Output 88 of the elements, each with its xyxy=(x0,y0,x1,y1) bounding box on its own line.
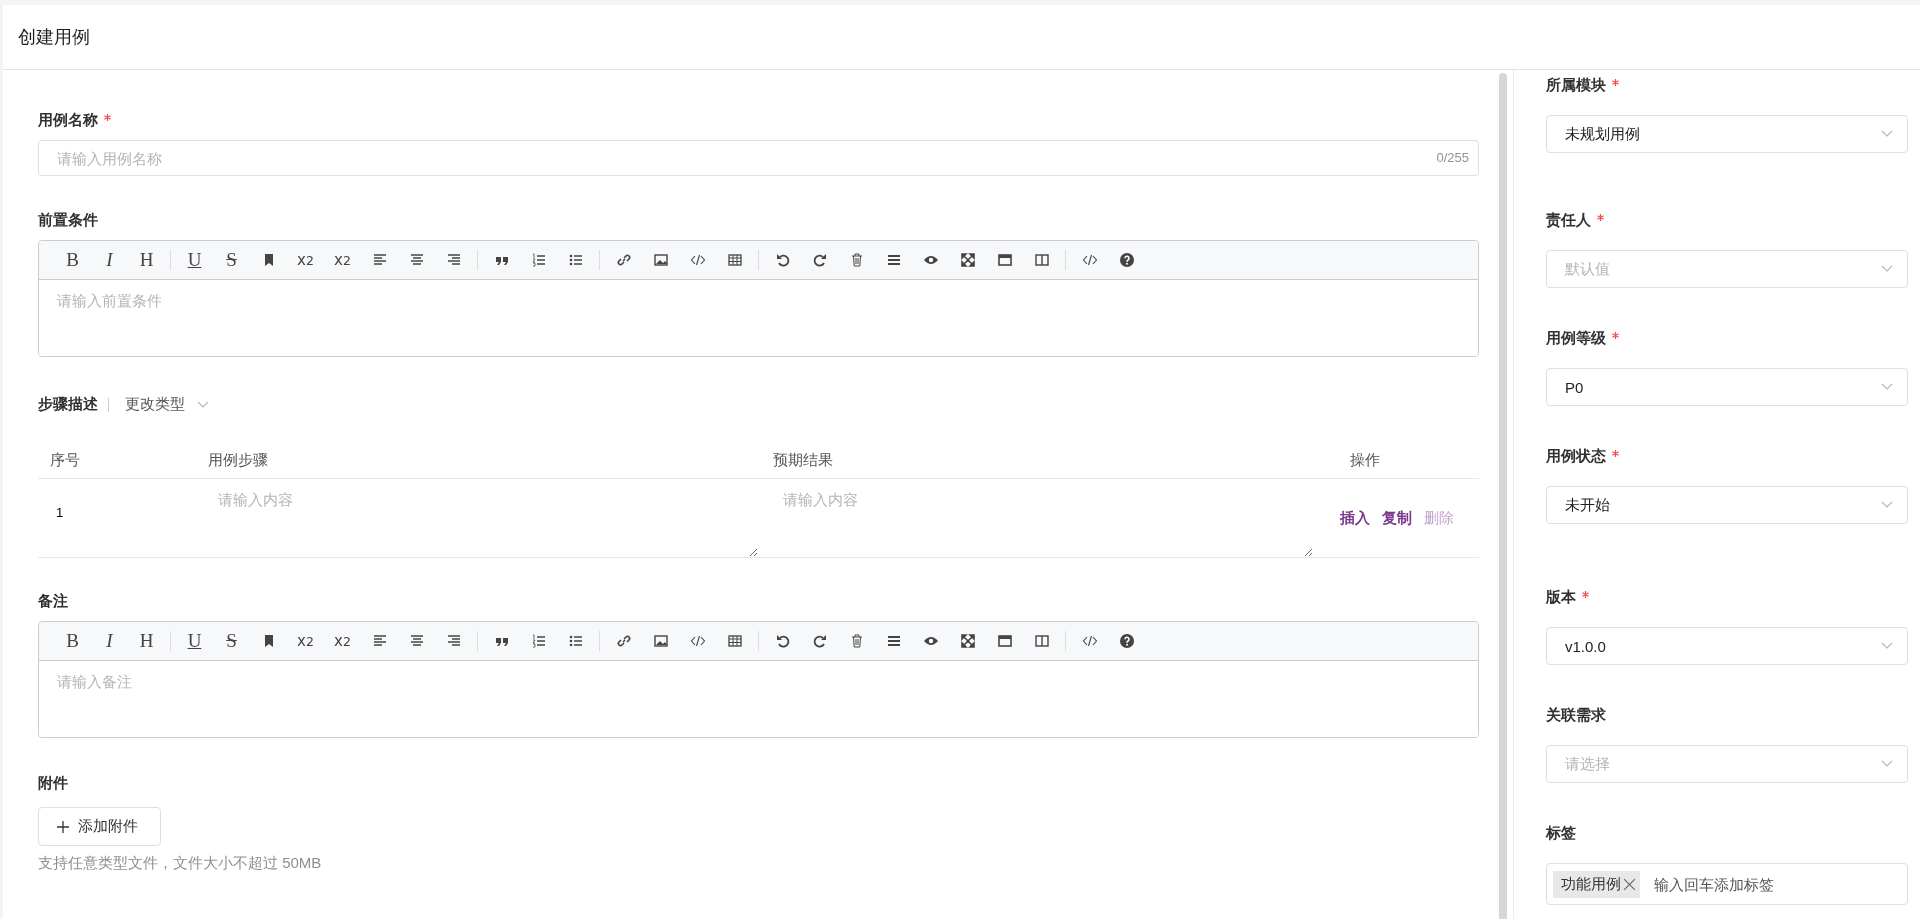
link-icon xyxy=(615,252,632,268)
split-view-icon xyxy=(1033,252,1050,268)
window-icon xyxy=(996,252,1013,268)
link-icon xyxy=(615,633,632,649)
redo-icon xyxy=(811,252,828,268)
field-label: 步骤描述 xyxy=(38,395,98,414)
ordered-list-icon xyxy=(530,633,547,649)
help-icon xyxy=(1118,633,1135,649)
align-center-icon xyxy=(408,252,425,268)
code-icon xyxy=(689,633,706,649)
field-label: 前置条件 xyxy=(38,211,98,230)
menu-icon xyxy=(885,633,902,649)
field-label: 责任人 xyxy=(1546,211,1591,230)
upload-hint: 支持任意类型文件，文件大小不超过 50MB xyxy=(38,854,323,873)
format-button[interactable]: S xyxy=(216,626,247,656)
bullet-list-icon xyxy=(567,252,584,268)
window-icon xyxy=(996,633,1013,649)
code-icon xyxy=(1081,252,1098,268)
select-field[interactable]: 未开始 xyxy=(1546,486,1908,524)
page-title: 创建用例 xyxy=(18,26,90,49)
column-header: 预期结果 xyxy=(773,450,834,470)
field-label: 所属模块 xyxy=(1546,76,1606,95)
column-header: 序号 xyxy=(49,450,81,470)
chevron-down-icon xyxy=(1881,760,1893,768)
column-header: 用例步骤 xyxy=(208,450,269,470)
select-field[interactable]: 未规划用例 xyxy=(1546,115,1908,153)
format-button[interactable]: U xyxy=(179,245,210,275)
chevron-down-icon xyxy=(1881,130,1893,138)
format-button[interactable]: U xyxy=(179,626,210,656)
chevron-down-icon xyxy=(197,400,209,409)
format-button[interactable]: B xyxy=(57,626,88,656)
character-counter: 0/255 xyxy=(1436,150,1469,165)
plus-icon xyxy=(57,820,69,833)
code-icon xyxy=(689,252,706,268)
align-left-icon xyxy=(371,633,388,649)
image-icon xyxy=(652,633,669,649)
align-right-icon xyxy=(445,252,462,268)
chevron-down-icon xyxy=(1881,265,1893,273)
scrollbar[interactable] xyxy=(1499,73,1507,919)
chevron-down-icon xyxy=(1881,383,1893,391)
table-icon xyxy=(726,633,743,649)
image-icon xyxy=(652,252,669,268)
column-header: 操作 xyxy=(1349,450,1381,470)
select-field[interactable]: v1.0.0 xyxy=(1546,627,1908,665)
format-button[interactable]: I xyxy=(94,626,125,656)
undo-icon xyxy=(774,252,791,268)
field-label: 备注 xyxy=(38,592,68,611)
redo-icon xyxy=(811,633,828,649)
field-label: 版本 xyxy=(1546,588,1576,607)
tag-input[interactable]: 功能用例 输入回车添加标签 xyxy=(1546,863,1908,905)
format-button[interactable]: B xyxy=(57,245,88,275)
required-asterisk-icon xyxy=(104,114,111,121)
split-view-icon xyxy=(1033,633,1050,649)
close-icon[interactable] xyxy=(1623,877,1636,891)
add-attachment-button[interactable]: 添加附件 xyxy=(38,807,161,846)
table-icon xyxy=(726,252,743,268)
required-asterisk-icon xyxy=(1582,591,1589,598)
required-asterisk-icon xyxy=(1612,79,1619,86)
tag-chip: 功能用例 xyxy=(1553,870,1640,898)
field-label: 附件 xyxy=(38,774,68,793)
format-button[interactable]: S xyxy=(216,245,247,275)
menu-icon xyxy=(885,252,902,268)
undo-icon xyxy=(774,633,791,649)
field-label: 用例等级 xyxy=(1546,329,1606,348)
field-label: 用例状态 xyxy=(1546,447,1606,466)
table-cell-text: 1 xyxy=(55,504,65,522)
change-type-dropdown[interactable]: 更改类型 xyxy=(125,395,209,414)
align-left-icon xyxy=(371,252,388,268)
row-action-link[interactable]: 复制 xyxy=(1382,508,1412,528)
format-button[interactable]: H xyxy=(131,626,162,656)
align-right-icon xyxy=(445,633,462,649)
required-asterisk-icon xyxy=(1612,450,1619,457)
chevron-down-icon xyxy=(1881,642,1893,650)
format-button[interactable]: I xyxy=(94,245,125,275)
help-icon xyxy=(1118,252,1135,268)
required-asterisk-icon xyxy=(1597,214,1604,221)
select-field[interactable]: P0 xyxy=(1546,368,1908,406)
ordered-list-icon xyxy=(530,252,547,268)
field-label: 用例名称 xyxy=(38,111,98,130)
align-center-icon xyxy=(408,633,425,649)
bullet-list-icon xyxy=(567,633,584,649)
field-label: 关联需求 xyxy=(1546,706,1606,725)
row-action-link[interactable]: 插入 xyxy=(1340,508,1370,528)
format-button[interactable]: H xyxy=(131,245,162,275)
code-icon xyxy=(1081,633,1098,649)
required-asterisk-icon xyxy=(1612,332,1619,339)
field-label: 标签 xyxy=(1546,824,1576,843)
chevron-down-icon xyxy=(1881,501,1893,509)
